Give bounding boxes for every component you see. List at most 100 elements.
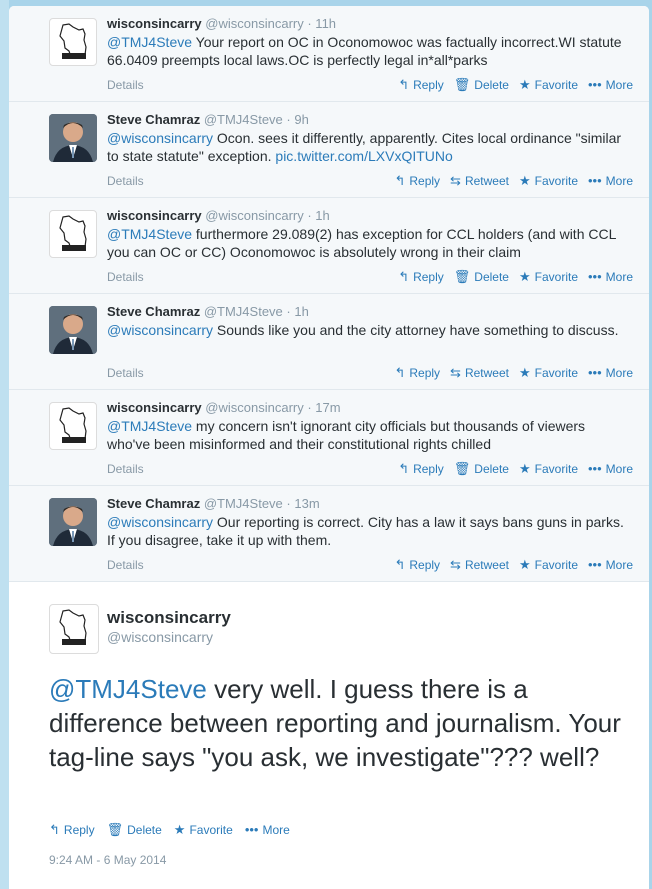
avatar[interactable]: [49, 18, 97, 66]
favorite-button[interactable]: ★ Favorite: [519, 461, 578, 477]
delete-button[interactable]: 🗑 Delete: [454, 461, 509, 477]
star-icon: ★: [518, 365, 531, 380]
author-name[interactable]: wisconsincarry: [107, 208, 202, 223]
retweet-button[interactable]: ⇆ Retweet: [450, 557, 509, 573]
details-link[interactable]: Details: [107, 558, 144, 572]
retweet-button[interactable]: ⇆ Retweet: [450, 365, 509, 381]
favorite-button[interactable]: ★ Favorite: [519, 365, 578, 381]
tweet-header: Steve Chamraz @TMJ4Steve · 1h: [107, 304, 309, 319]
retweet-icon: ⇆: [450, 173, 461, 188]
tweet-item[interactable]: wisconsincarry @wisconsincarry · 1h @TMJ4…: [9, 198, 649, 294]
mention-link[interactable]: @TMJ4Steve: [107, 418, 192, 434]
reply-icon: ↰: [398, 461, 410, 476]
mention-link[interactable]: @wisconsincarry: [107, 130, 213, 146]
tweet-timestamp[interactable]: 9:24 AM - 6 May 2014: [49, 853, 166, 867]
mention-link[interactable]: @TMJ4Steve: [107, 34, 192, 50]
author-handle[interactable]: @TMJ4Steve: [204, 304, 283, 319]
action-label: Favorite: [534, 462, 578, 476]
favorite-button[interactable]: ★ Favorite: [519, 173, 578, 189]
action-label: More: [262, 823, 290, 837]
author-name[interactable]: Steve Chamraz: [107, 304, 200, 319]
author-name[interactable]: wisconsincarry: [107, 400, 202, 415]
details-link[interactable]: Details: [107, 174, 144, 188]
avatar[interactable]: [49, 498, 97, 546]
avatar[interactable]: [49, 402, 97, 450]
action-label: Reply: [413, 462, 444, 476]
details-link[interactable]: Details: [107, 78, 144, 92]
author-handle[interactable]: @TMJ4Steve: [204, 112, 283, 127]
reply-button[interactable]: ↰ Reply: [398, 461, 444, 477]
more-button[interactable]: ••• More: [245, 822, 290, 837]
tweet-item[interactable]: Steve Chamraz @TMJ4Steve · 1h @wisconsinc…: [9, 294, 649, 390]
more-dots-icon: •••: [588, 461, 602, 476]
reply-button[interactable]: ↰ Reply: [398, 77, 444, 93]
retweet-button[interactable]: ⇆ Retweet: [450, 173, 509, 189]
favorite-button[interactable]: ★ Favorite: [174, 822, 233, 838]
delete-button[interactable]: 🗑 Delete: [454, 77, 509, 93]
action-label: Favorite: [534, 78, 578, 92]
mention-link[interactable]: @TMJ4Steve: [49, 674, 207, 704]
mention-link[interactable]: @TMJ4Steve: [107, 226, 192, 242]
action-label: Reply: [413, 78, 444, 92]
tweet-time[interactable]: · 1h: [286, 304, 308, 319]
more-dots-icon: •••: [588, 269, 602, 284]
avatar[interactable]: [49, 306, 97, 354]
tweet-time[interactable]: · 13m: [286, 496, 319, 511]
delete-button[interactable]: 🗑 Delete: [454, 269, 509, 285]
reply-button[interactable]: ↰ Reply: [398, 269, 444, 285]
action-label: Retweet: [464, 366, 509, 380]
more-button[interactable]: ••• More: [588, 365, 633, 380]
more-button[interactable]: ••• More: [588, 173, 633, 188]
action-label: Delete: [474, 78, 509, 92]
favorite-button[interactable]: ★ Favorite: [519, 269, 578, 285]
reply-button[interactable]: ↰ Reply: [394, 557, 440, 573]
favorite-button[interactable]: ★ Favorite: [519, 557, 578, 573]
tweet-header: wisconsincarry @wisconsincarry · 1h: [107, 208, 330, 223]
tweet-item[interactable]: Steve Chamraz @TMJ4Steve · 13m @wisconsin…: [9, 486, 649, 582]
author-name[interactable]: wisconsincarry: [107, 608, 231, 628]
more-button[interactable]: ••• More: [588, 461, 633, 476]
author-handle[interactable]: @wisconsincarry: [205, 16, 303, 31]
conversation-timeline: wisconsincarry @wisconsincarry · 11h @TMJ…: [9, 6, 649, 889]
tweet-time[interactable]: · 17m: [307, 400, 340, 415]
mention-link[interactable]: @wisconsincarry: [107, 514, 213, 530]
details-link[interactable]: Details: [107, 366, 144, 380]
tweet-list: wisconsincarry @wisconsincarry · 11h @TMJ…: [9, 6, 649, 582]
tweet-header: Steve Chamraz @TMJ4Steve · 13m: [107, 496, 320, 511]
reply-icon: ↰: [394, 557, 406, 572]
reply-button[interactable]: ↰ Reply: [394, 173, 440, 189]
tweet-time[interactable]: · 11h: [307, 16, 336, 31]
trash-icon: 🗑: [453, 269, 471, 284]
avatar[interactable]: [49, 210, 97, 258]
author-handle[interactable]: @wisconsincarry: [205, 208, 303, 223]
author-handle[interactable]: @wisconsincarry: [107, 629, 213, 645]
more-button[interactable]: ••• More: [588, 269, 633, 284]
tweet-actions: ↰ Reply 🗑 Delete ★ Favorite ••• More: [49, 822, 302, 838]
details-link[interactable]: Details: [107, 270, 144, 284]
more-button[interactable]: ••• More: [588, 557, 633, 572]
reply-button[interactable]: ↰ Reply: [394, 365, 440, 381]
tweet-time[interactable]: · 9h: [286, 112, 308, 127]
tweet-header: wisconsincarry @wisconsincarry · 11h: [107, 16, 336, 31]
tweet-actions: ↰ Reply 🗑 Delete ★ Favorite ••• More: [388, 461, 633, 477]
tweet-item[interactable]: Steve Chamraz @TMJ4Steve · 9h @wisconsinc…: [9, 102, 649, 198]
favorite-button[interactable]: ★ Favorite: [519, 77, 578, 93]
action-label: Favorite: [534, 558, 578, 572]
author-name[interactable]: Steve Chamraz: [107, 496, 200, 511]
delete-button[interactable]: 🗑 Delete: [107, 822, 162, 838]
avatar[interactable]: [49, 114, 97, 162]
tweet-item[interactable]: wisconsincarry @wisconsincarry · 11h @TMJ…: [9, 6, 649, 102]
tweet-time[interactable]: · 1h: [307, 208, 329, 223]
media-link[interactable]: pic.twitter.com/LXVxQITUNo: [275, 148, 452, 164]
tweet-item[interactable]: wisconsincarry @wisconsincarry · 17m @TMJ…: [9, 390, 649, 486]
author-name[interactable]: wisconsincarry: [107, 16, 202, 31]
mention-link[interactable]: @wisconsincarry: [107, 322, 213, 338]
author-name[interactable]: Steve Chamraz: [107, 112, 200, 127]
author-handle[interactable]: @TMJ4Steve: [204, 496, 283, 511]
reply-button[interactable]: ↰ Reply: [49, 822, 95, 838]
author-handle[interactable]: @wisconsincarry: [205, 400, 303, 415]
more-button[interactable]: ••• More: [588, 77, 633, 92]
tweet-body: Sounds like you and the city attorney ha…: [213, 322, 619, 338]
avatar[interactable]: [49, 604, 99, 654]
details-link[interactable]: Details: [107, 462, 144, 476]
